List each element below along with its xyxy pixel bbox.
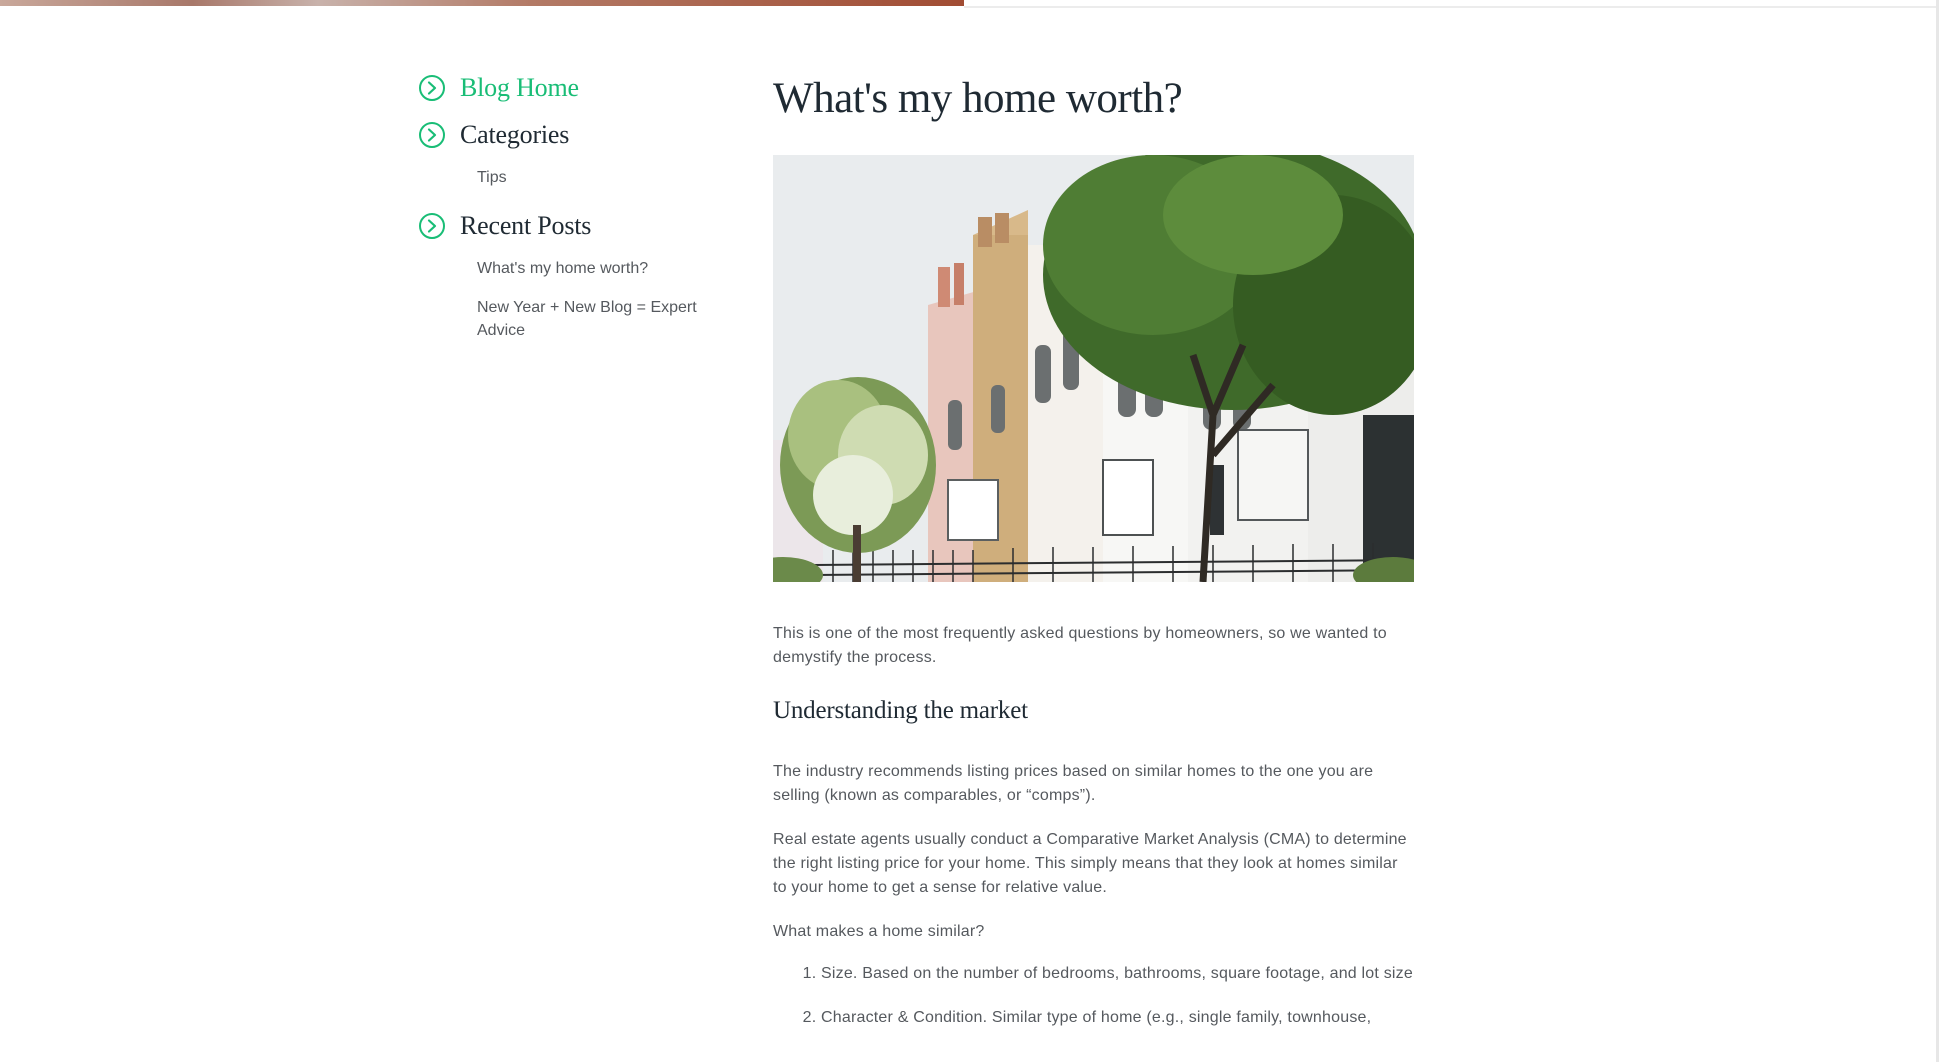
- header-divider: [964, 6, 1939, 8]
- terraced-houses-photo: [773, 155, 1414, 582]
- blog-sidebar: Blog Home Categories Tips Recent Posts W…: [418, 70, 718, 342]
- similarity-criteria-list: Size. Based on the number of bedrooms, b…: [773, 962, 1463, 1050]
- post-title: What's my home worth?: [773, 75, 1183, 122]
- sidebar-recent-post-item[interactable]: New Year + New Blog = Expert Advice: [477, 296, 717, 342]
- list-item: Size. Based on the number of bedrooms, b…: [821, 962, 1463, 986]
- section-heading: Understanding the market: [773, 697, 1028, 724]
- circle-chevron-right-icon: [419, 75, 445, 101]
- post-paragraph: Real estate agents usually conduct a Com…: [773, 831, 1407, 896]
- blog-post: What's my home worth? This is one of the…: [773, 72, 1415, 1026]
- sidebar-recent-posts-label: Recent Posts: [460, 211, 592, 240]
- post-paragraph: What makes a home similar?: [773, 923, 985, 940]
- post-paragraph: The industry recommends listing prices b…: [773, 763, 1374, 804]
- circle-chevron-right-icon: [419, 122, 445, 148]
- sidebar-recent-post-item[interactable]: What's my home worth?: [477, 257, 718, 280]
- sidebar-blog-home-link[interactable]: Blog Home: [418, 70, 718, 106]
- sidebar-category-tips[interactable]: Tips: [477, 166, 718, 189]
- sidebar-blog-home-label: Blog Home: [460, 73, 579, 102]
- post-hero-image: [773, 155, 1414, 582]
- sidebar-recent-posts-heading[interactable]: Recent Posts: [418, 208, 718, 244]
- circle-chevron-right-icon: [419, 213, 445, 239]
- sidebar-categories-heading[interactable]: Categories: [418, 117, 718, 153]
- sidebar-categories-label: Categories: [460, 120, 570, 149]
- post-intro-paragraph: This is one of the most frequently asked…: [773, 625, 1387, 666]
- header-banner-strip: [0, 0, 964, 6]
- list-item: Character & Condition. Similar type of h…: [821, 1006, 1463, 1030]
